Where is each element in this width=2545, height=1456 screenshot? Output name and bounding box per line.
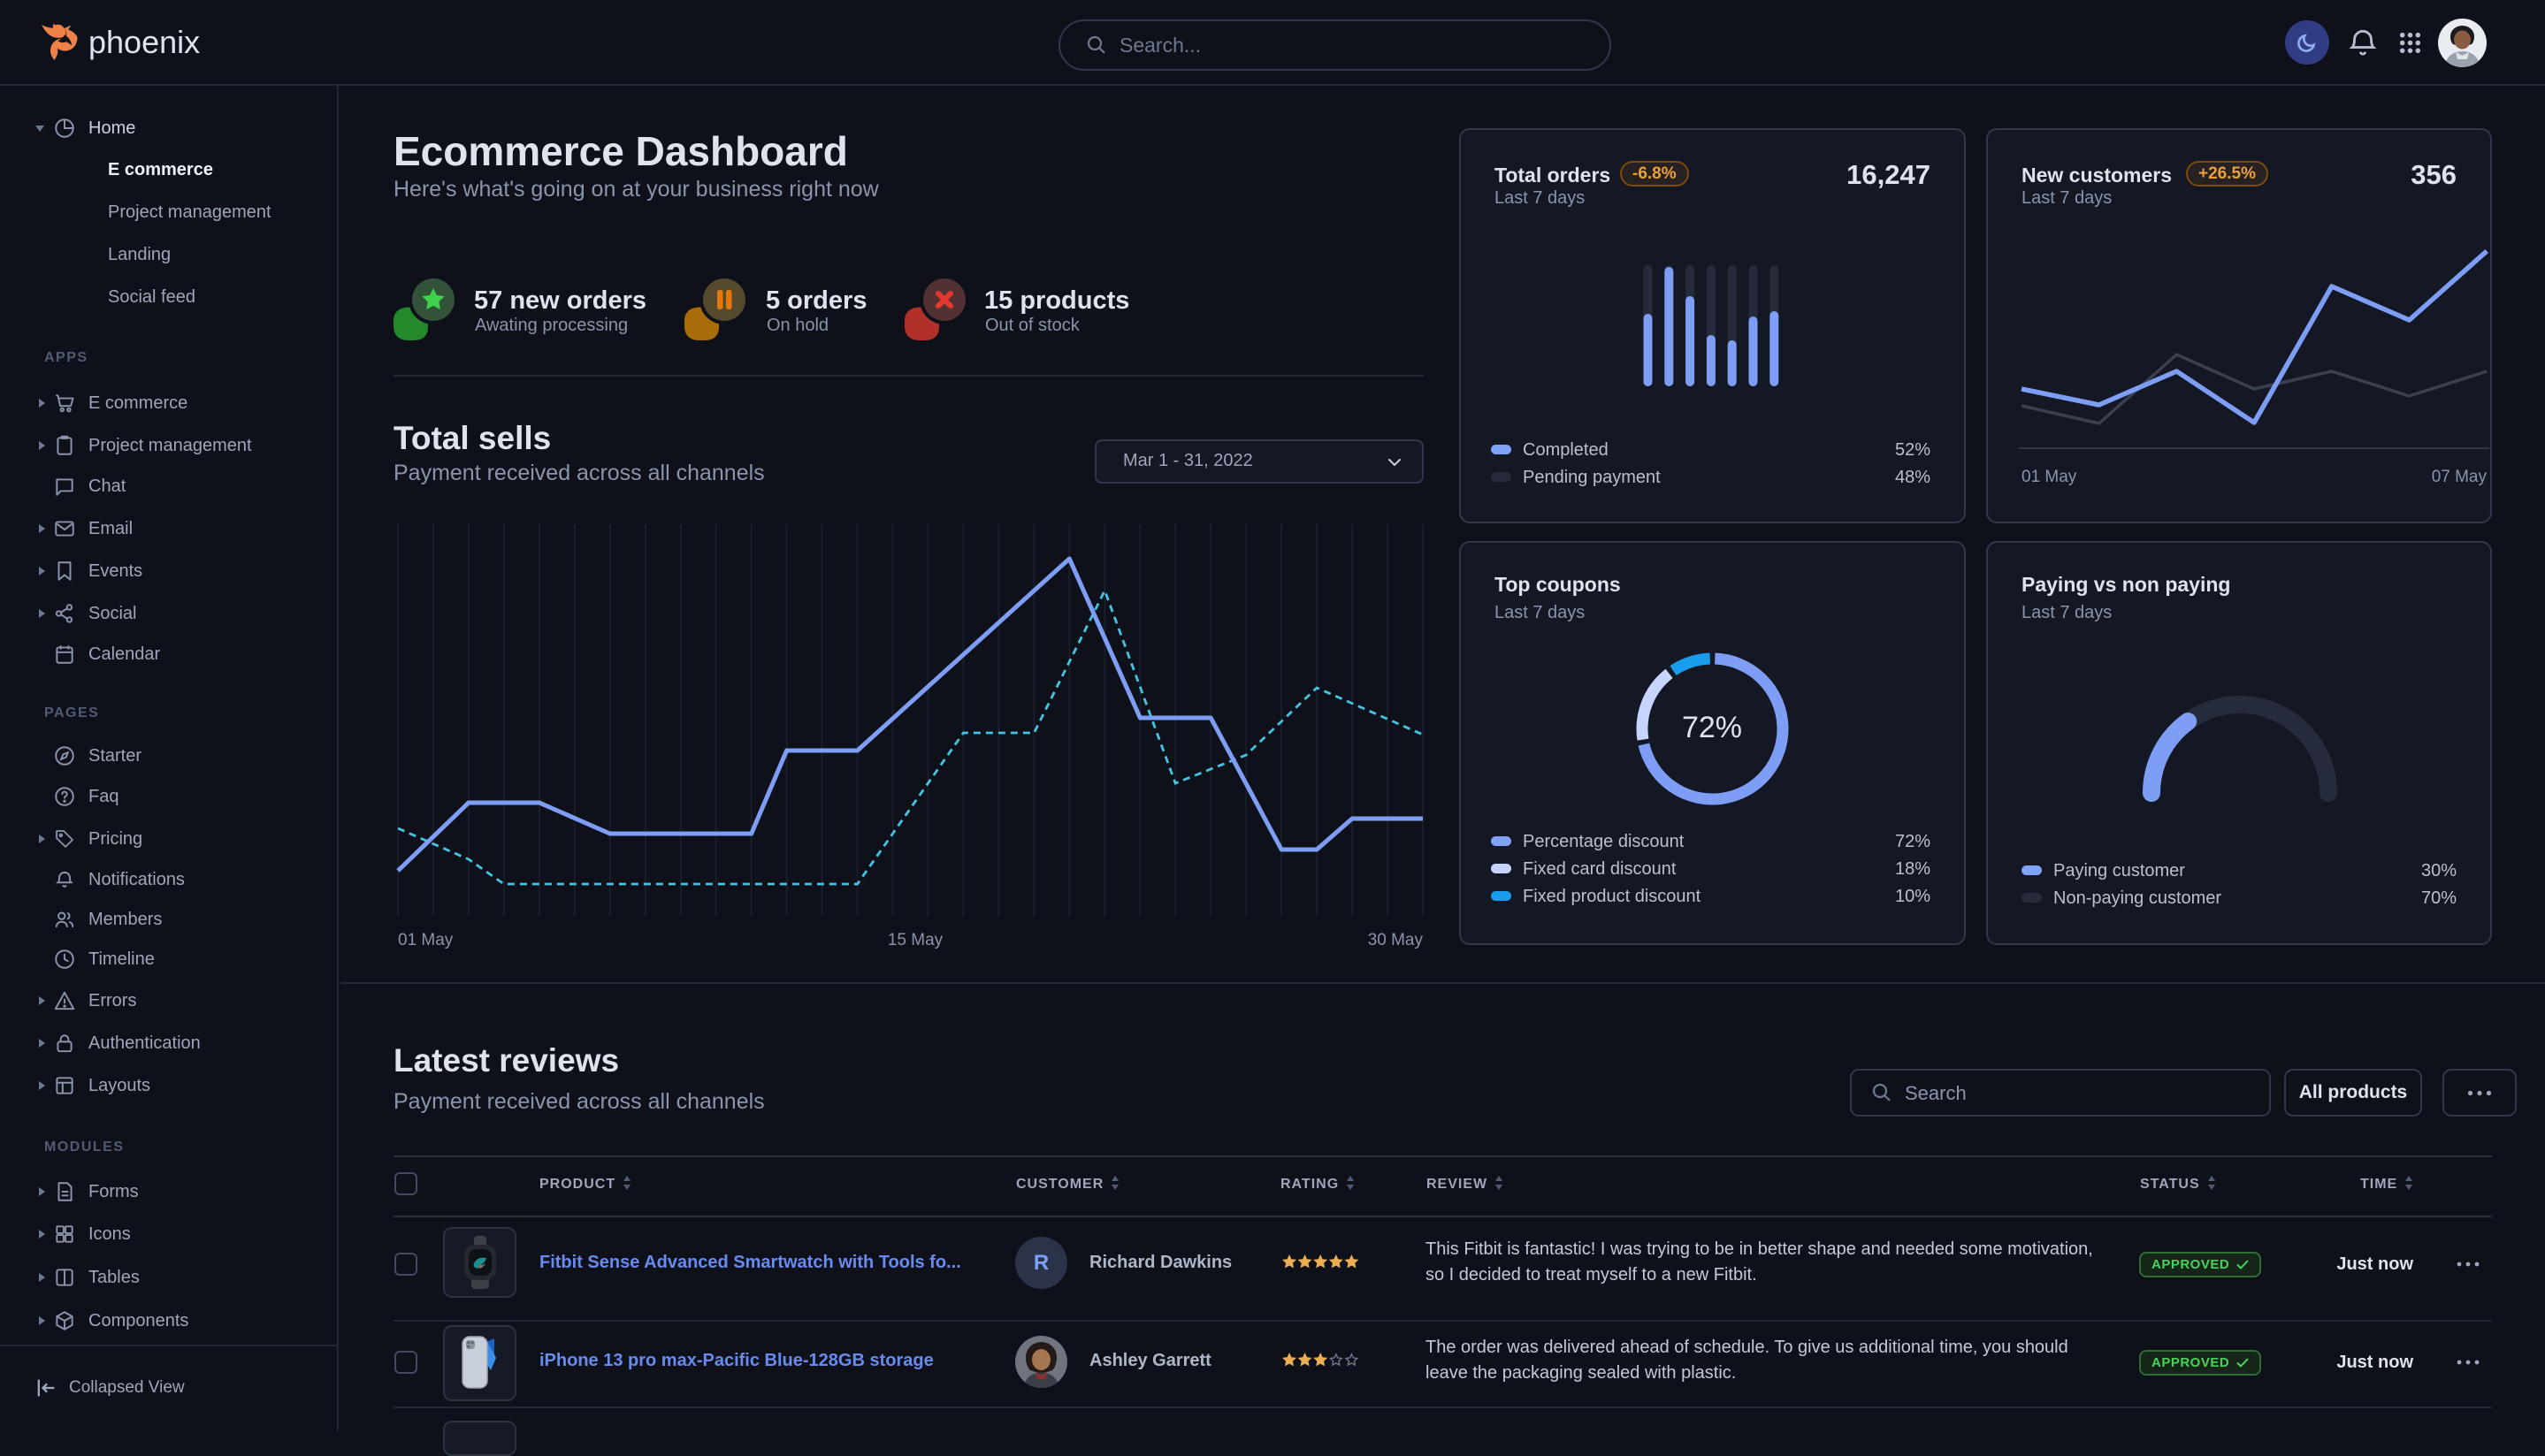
svg-text:01 May: 01 May xyxy=(2021,468,2077,486)
svg-text:07 May: 07 May xyxy=(2432,468,2488,486)
svg-text:01 May: 01 May xyxy=(398,931,454,949)
svg-text:15 May: 15 May xyxy=(888,931,944,949)
svg-text:30 May: 30 May xyxy=(1368,931,1424,949)
